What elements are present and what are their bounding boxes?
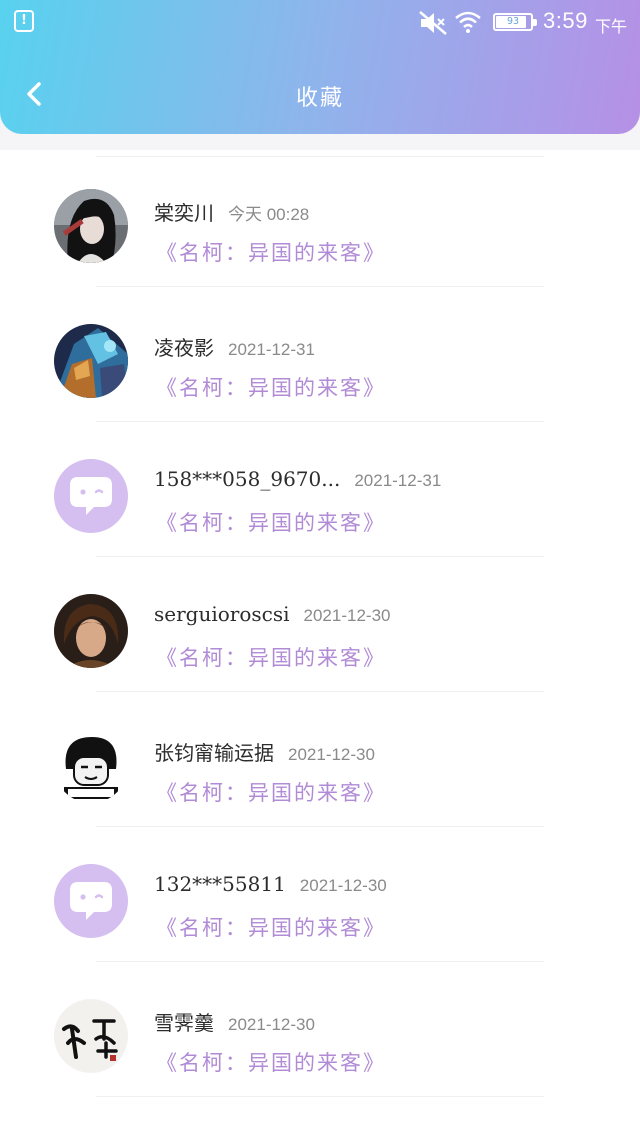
book-title-link[interactable]: 《名柯：异国的来客》 bbox=[156, 237, 386, 267]
user-name: serguioroscsi 2021-12-30 bbox=[154, 602, 391, 626]
book-title-link[interactable]: 《名柯：异国的来客》 bbox=[156, 1047, 386, 1077]
favorite-time: 2021-12-30 bbox=[303, 606, 391, 625]
mute-icon bbox=[419, 11, 447, 35]
favorite-time: 2021-12-31 bbox=[354, 471, 442, 490]
user-name: 158***058_9670... 2021-12-31 bbox=[154, 467, 442, 491]
page-title: 收藏 bbox=[295, 86, 344, 111]
list-item[interactable]: 凌夜影 2021-12-31 《名柯：异国的来客》 bbox=[0, 280, 640, 422]
user-name: 张钧甯输运据 2021-12-30 bbox=[154, 741, 375, 765]
status-bar: ! 93 3:59 下午 bbox=[0, 0, 640, 44]
book-title-link[interactable]: 《名柯：异国的来客》 bbox=[156, 507, 386, 537]
clock-ampm: 下午 bbox=[595, 17, 628, 36]
book-title-link[interactable]: 《名柯：异国的来客》 bbox=[156, 372, 386, 402]
list-item[interactable]: 张钧甯输运据 2021-12-30 《名柯：异国的来客》 bbox=[0, 685, 640, 827]
user-avatar[interactable] bbox=[54, 324, 128, 398]
favorite-time: 2021-12-30 bbox=[228, 1015, 315, 1034]
favorites-list: 棠奕川 今天 00:28 《名柯：异国的来客》 凌夜影 2021-12-31 《名柯… bbox=[0, 150, 640, 1139]
book-title-link[interactable]: 《名柯：异国的来客》 bbox=[156, 777, 386, 807]
user-name: 棠奕川 今天 00:28 bbox=[154, 201, 310, 225]
user-avatar[interactable] bbox=[54, 594, 128, 668]
list-item[interactable]: 132***55811 2021-12-30 《名柯：异国的来客》 bbox=[0, 820, 640, 962]
list-item[interactable]: 棠奕川 今天 00:28 《名柯：异国的来客》 bbox=[0, 145, 640, 287]
favorite-time: 今天 00:28 bbox=[228, 205, 310, 224]
default-avatar[interactable] bbox=[54, 864, 128, 938]
favorite-time: 2021-12-30 bbox=[288, 745, 375, 764]
user-avatar[interactable] bbox=[54, 729, 128, 803]
user-avatar[interactable] bbox=[54, 189, 128, 263]
user-name: 凌夜影 2021-12-31 bbox=[154, 336, 315, 360]
user-avatar[interactable] bbox=[54, 999, 128, 1073]
favorite-time: 2021-12-31 bbox=[228, 340, 315, 359]
app-header: ! 93 3:59 下午 收藏 bbox=[0, 0, 640, 134]
favorite-time: 2021-12-30 bbox=[299, 876, 387, 895]
battery-icon: 93 bbox=[493, 13, 537, 31]
list-item[interactable]: 雪霁羹 2021-12-30 《名柯：异国的来客》 bbox=[0, 955, 640, 1097]
clock: 3:59 bbox=[543, 8, 588, 33]
list-item[interactable]: 158***058_9670... 2021-12-31 《名柯：异国的来客》 bbox=[0, 415, 640, 557]
wifi-icon bbox=[455, 11, 481, 33]
book-title-link[interactable]: 《名柯：异国的来客》 bbox=[156, 642, 386, 672]
list-item[interactable]: serguioroscsi 2021-12-30 《名柯：异国的来客》 bbox=[0, 550, 640, 692]
divider bbox=[96, 1096, 544, 1097]
battery-level: 93 bbox=[506, 16, 520, 27]
default-avatar[interactable] bbox=[54, 459, 128, 533]
alert-icon: ! bbox=[14, 10, 34, 32]
user-name: 132***55811 2021-12-30 bbox=[154, 872, 387, 896]
book-title-link[interactable]: 《名柯：异国的来客》 bbox=[156, 912, 386, 942]
user-name: 雪霁羹 2021-12-30 bbox=[154, 1011, 315, 1035]
